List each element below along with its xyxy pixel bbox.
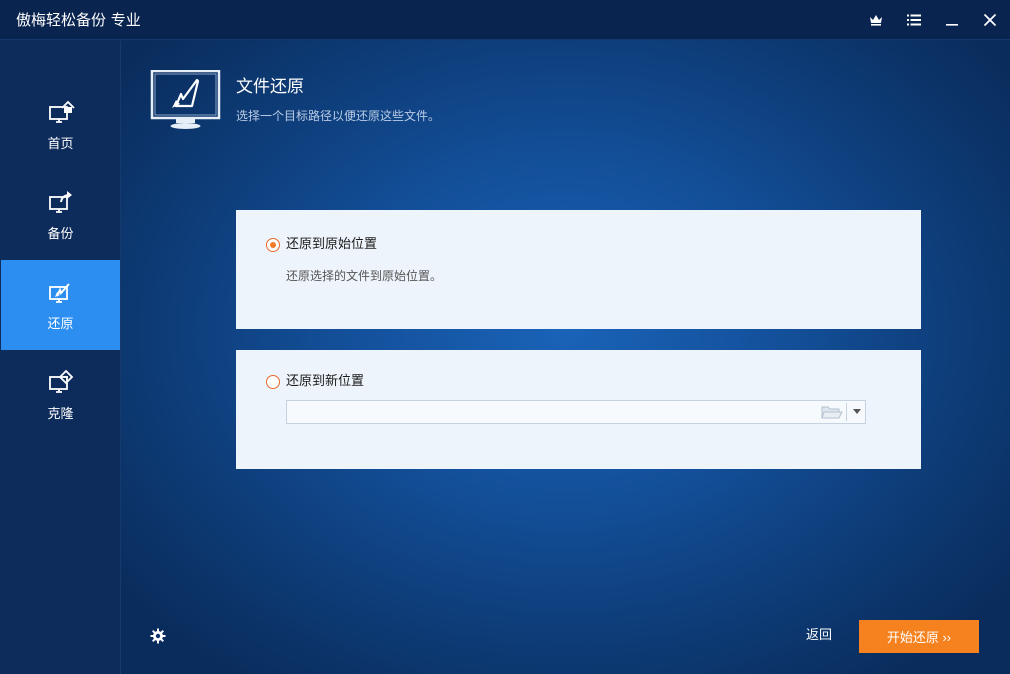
backup-icon <box>48 190 72 213</box>
sidebar-item-backup[interactable]: 备份 <box>1 170 120 260</box>
divider <box>846 403 847 421</box>
restore-original-radio[interactable] <box>266 238 280 252</box>
sidebar-item-restore[interactable]: 还原 <box>1 260 120 350</box>
page-title: 文件还原 <box>236 77 304 97</box>
title-bar: 傲梅轻松备份 专业 <box>0 0 1010 40</box>
folder-open-icon[interactable] <box>821 404 843 420</box>
page-subtitle: 选择一个目标路径以便还原这些文件。 <box>236 109 441 123</box>
home-icon <box>48 100 75 123</box>
sidebar: 首页 备份 还原 克隆 <box>0 41 121 674</box>
restore-new-radio[interactable] <box>266 375 280 389</box>
sidebar-item-label: 首页 <box>47 136 74 152</box>
restore-new-label[interactable]: 还原到新位置 <box>286 373 364 391</box>
sidebar-item-label: 还原 <box>47 316 74 332</box>
path-combobox[interactable] <box>286 400 866 424</box>
restore-original-label[interactable]: 还原到原始位置 <box>286 236 377 254</box>
file-restore-icon <box>150 70 221 129</box>
minimize-icon[interactable] <box>939 8 965 32</box>
app-title: 傲梅轻松备份 专业 <box>16 11 141 29</box>
chevron-down-icon[interactable] <box>853 409 861 414</box>
sidebar-item-clone[interactable]: 克隆 <box>1 350 120 440</box>
restore-icon <box>48 282 70 303</box>
crown-icon[interactable] <box>863 8 889 32</box>
back-button[interactable]: 返回 <box>806 627 832 645</box>
gear-icon[interactable] <box>150 628 166 644</box>
app-window: 傲梅轻松备份 专业 首页 备份 还原 克隆 文件还原 选择一个目标路径以便还原这… <box>0 0 1010 674</box>
restore-original-description: 还原选择的文件到原始位置。 <box>286 269 443 283</box>
restore-new-panel[interactable]: 还原到新位置 <box>236 350 921 469</box>
restore-original-panel[interactable]: 还原到原始位置 还原选择的文件到原始位置。 <box>236 210 921 329</box>
sidebar-item-home[interactable]: 首页 <box>1 80 120 170</box>
close-icon[interactable] <box>977 8 1003 32</box>
sidebar-item-label: 克隆 <box>47 406 74 422</box>
clone-icon <box>48 369 73 393</box>
sidebar-item-label: 备份 <box>47 226 74 242</box>
menu-icon[interactable] <box>901 8 927 32</box>
start-restore-button[interactable]: 开始还原 ›› <box>859 620 979 653</box>
path-input[interactable] <box>287 401 807 423</box>
